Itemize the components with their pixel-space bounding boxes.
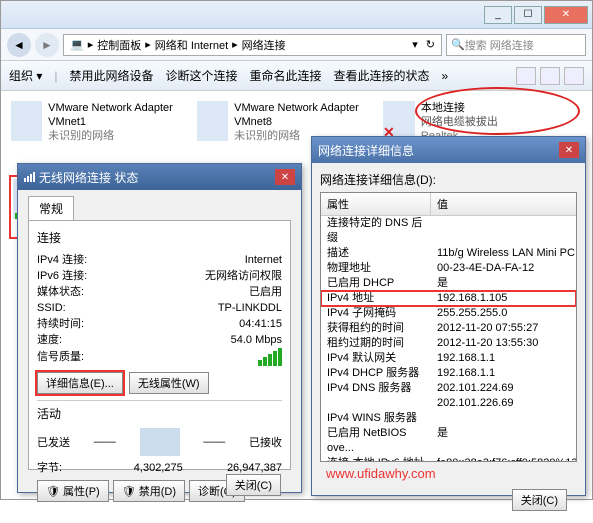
- detail-row[interactable]: 已启用 NetBIOS ove...是: [321, 426, 576, 456]
- adapter-icon: [197, 101, 228, 141]
- detail-row[interactable]: 描述11b/g Wireless LAN Mini PCI Ex: [321, 246, 576, 261]
- crumb-control-panel[interactable]: 控制面板: [97, 37, 141, 53]
- detail-row[interactable]: IPv4 WINS 服务器: [321, 411, 576, 426]
- refresh-icon[interactable]: ↻: [426, 38, 435, 51]
- preview-pane-icon[interactable]: [540, 67, 560, 85]
- wireless-props-button[interactable]: 无线属性(W): [129, 372, 209, 394]
- dialog-titlebar[interactable]: 网络连接详细信息 ✕: [312, 137, 585, 163]
- diagnose-button[interactable]: 诊断这个连接: [166, 67, 238, 84]
- properties-button[interactable]: 🛡 属性(P): [37, 480, 109, 502]
- view-mode-icon[interactable]: [516, 67, 536, 85]
- annotation-ellipse: [415, 87, 580, 135]
- adapter-icon: [11, 101, 42, 141]
- detail-row[interactable]: 连接特定的 DNS 后缀: [321, 216, 576, 246]
- detail-row[interactable]: 202.101.226.69: [321, 396, 576, 411]
- view-status-button[interactable]: 查看此连接的状态: [334, 67, 430, 84]
- watermark: www.ufidawhy.com: [320, 462, 577, 485]
- signal-bars-icon: [258, 348, 282, 366]
- adapter-vmnet1[interactable]: VMware Network Adapter VMnet1 未识别的网络: [9, 99, 179, 159]
- connection-section: 连接: [37, 229, 282, 246]
- dialog-titlebar[interactable]: 无线网络连接 状态 ✕: [18, 164, 301, 190]
- search-input[interactable]: 🔍 搜索 网络连接: [446, 34, 586, 56]
- detail-row[interactable]: IPv4 DHCP 服务器192.168.1.1: [321, 366, 576, 381]
- detail-row[interactable]: IPv4 默认网关192.168.1.1: [321, 351, 576, 366]
- connection-details-dialog: 网络连接详细信息 ✕ 网络连接详细信息(D): 属性 值 连接特定的 DNS 后…: [311, 136, 586, 496]
- crumb-network-connections[interactable]: 网络连接: [242, 37, 286, 53]
- detail-row[interactable]: IPv4 子网掩码255.255.255.0: [321, 306, 576, 321]
- detail-row[interactable]: 获得租约的时间2012-11-20 07:55:27: [321, 321, 576, 336]
- wireless-status-dialog: 无线网络连接 状态 ✕ 常规 连接 IPv4 连接:Internet IPv6 …: [17, 163, 302, 493]
- network-icon: 💻: [70, 38, 84, 51]
- activity-icon: [140, 428, 180, 456]
- forward-button[interactable]: ►: [35, 33, 59, 57]
- maximize-button[interactable]: ☐: [514, 6, 542, 24]
- details-table: 属性 值 连接特定的 DNS 后缀描述11b/g Wireless LAN Mi…: [320, 192, 577, 462]
- close-button[interactable]: 关闭(C): [512, 489, 567, 511]
- breadcrumb[interactable]: 💻 ▸ 控制面板 ▸ 网络和 Internet ▸ 网络连接 ▾ ↻: [63, 34, 442, 56]
- col-property[interactable]: 属性: [321, 193, 431, 215]
- close-button[interactable]: ✕: [544, 6, 588, 24]
- detail-row[interactable]: 租约过期的时间2012-11-20 13:55:30: [321, 336, 576, 351]
- rename-button[interactable]: 重命名此连接: [250, 67, 322, 84]
- detail-row[interactable]: IPv4 地址192.168.1.105: [321, 291, 576, 306]
- crumb-network-internet[interactable]: 网络和 Internet: [155, 37, 228, 53]
- ipv6-status: 无网络访问权限: [117, 268, 282, 284]
- close-button[interactable]: 关闭(C): [226, 474, 281, 496]
- col-value[interactable]: 值: [431, 193, 576, 215]
- nav-bar: ◄ ► 💻 ▸ 控制面板 ▸ 网络和 Internet ▸ 网络连接 ▾ ↻ 🔍…: [1, 29, 592, 61]
- close-icon[interactable]: ✕: [559, 142, 579, 158]
- toolbar-more[interactable]: »: [442, 69, 449, 83]
- ipv4-status: Internet: [117, 252, 282, 268]
- organize-menu[interactable]: 组织 ▾: [9, 67, 42, 84]
- activity-section: 活动: [37, 400, 282, 422]
- detail-row[interactable]: 已启用 DHCP是: [321, 276, 576, 291]
- details-button[interactable]: 详细信息(E)...: [37, 372, 123, 394]
- detail-row[interactable]: IPv4 DNS 服务器202.101.224.69: [321, 381, 576, 396]
- back-button[interactable]: ◄: [7, 33, 31, 57]
- signal-bars-icon: [24, 172, 35, 182]
- adapter-icon: ✕: [383, 101, 415, 141]
- minimize-button[interactable]: _: [484, 6, 512, 24]
- tab-general[interactable]: 常规: [28, 196, 74, 220]
- help-icon[interactable]: [564, 67, 584, 85]
- window-titlebar: _ ☐ ✕: [1, 1, 592, 29]
- close-icon[interactable]: ✕: [275, 169, 295, 185]
- bytes-sent: 4,302,275: [117, 460, 200, 476]
- disable-button[interactable]: 🛡 禁用(D): [113, 480, 185, 502]
- detail-row[interactable]: 物理地址00-23-4E-DA-FA-12: [321, 261, 576, 276]
- disable-device-button[interactable]: 禁用此网络设备: [69, 67, 153, 84]
